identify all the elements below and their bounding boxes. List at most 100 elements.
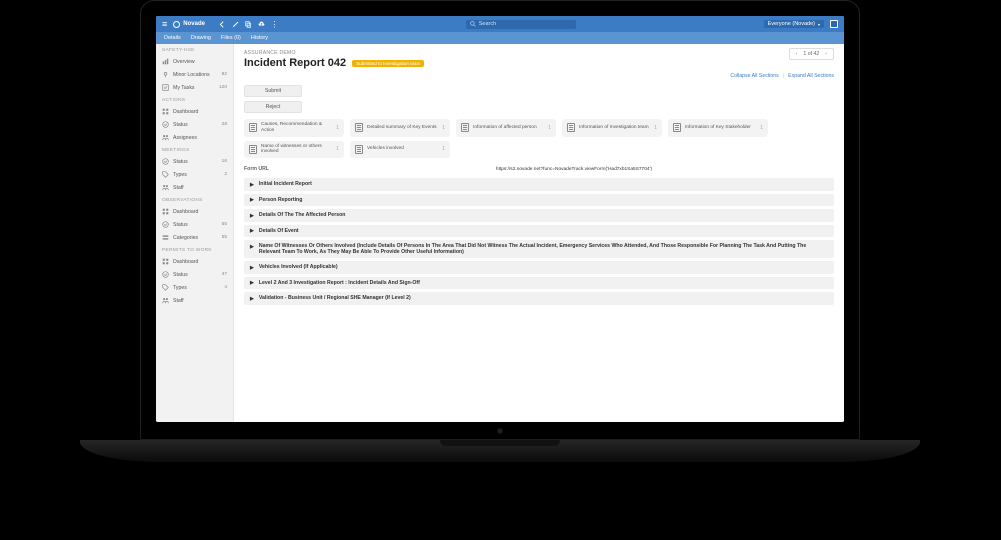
- toolbar-icons: ⋮: [219, 21, 278, 28]
- document-icon: [355, 145, 363, 154]
- app-screen: ≡ Novade ⋮ Search Everyone (Novade): [156, 16, 844, 422]
- sidebar-item[interactable]: Minor Locations82: [156, 68, 233, 81]
- expand-icon: ▶: [250, 280, 254, 286]
- form-url-value: https://s2.novade.net?func=NovadeTrack.v…: [314, 167, 834, 172]
- attachment-chip[interactable]: Information of affected person1: [456, 119, 556, 137]
- status-icon: [162, 221, 169, 228]
- pin-icon: [162, 71, 169, 78]
- status-icon: [162, 158, 169, 165]
- cloud-upload-icon[interactable]: [258, 21, 265, 28]
- attachment-chip[interactable]: Detailed summary of Key Events1: [350, 119, 450, 137]
- back-icon[interactable]: [219, 21, 226, 28]
- tab-files[interactable]: Files (0): [221, 35, 241, 41]
- attachment-chip[interactable]: Information of Investigation team 1: [562, 119, 662, 137]
- search-input[interactable]: Search: [466, 20, 576, 29]
- status-icon: [162, 271, 169, 278]
- sidebar-item[interactable]: Status55: [156, 218, 233, 231]
- submit-button[interactable]: Submit: [244, 85, 302, 97]
- section-header[interactable]: ▶Details Of Event: [244, 225, 834, 238]
- sidebar-item[interactable]: Types2: [156, 168, 233, 181]
- attachment-chip[interactable]: Information of Key Stakeholder1: [668, 119, 768, 137]
- sidebar-item-count: 4: [224, 285, 227, 290]
- user-dropdown[interactable]: Everyone (Novade) ▾: [764, 20, 824, 28]
- pager-text: 1 of 42: [803, 51, 819, 57]
- sidebar-item-count: 55: [222, 235, 227, 240]
- sidebar-item-label: Overview: [173, 59, 223, 65]
- search-icon: [470, 21, 476, 27]
- sections-list: ▶Initial Incident Report ▶Person Reportin…: [244, 178, 834, 305]
- attachment-chip[interactable]: Name of witnesses or others involved 1: [244, 141, 344, 159]
- sidebar-item-label: Staff: [173, 185, 223, 191]
- reject-button[interactable]: Reject: [244, 101, 302, 113]
- attachment-count: 1: [654, 125, 657, 131]
- sidebar-item[interactable]: Overview: [156, 55, 233, 68]
- pager-next-icon[interactable]: ›: [823, 51, 829, 57]
- menu-icon[interactable]: ≡: [162, 20, 167, 29]
- more-icon[interactable]: ⋮: [271, 21, 278, 28]
- attachments-row-1: Causes, Recommendation & Action1Detailed…: [244, 119, 834, 137]
- attachment-chip[interactable]: Vehicles involved1: [350, 141, 450, 159]
- attachment-label: Information of Investigation team: [579, 125, 650, 131]
- collapse-all-link[interactable]: Collapse All Sections: [730, 73, 778, 79]
- sidebar-item-label: My Tasks: [173, 85, 215, 91]
- sidebar-item[interactable]: Assignees: [156, 131, 233, 144]
- sidebar-item[interactable]: Status47: [156, 268, 233, 281]
- brand-label: Novade: [183, 21, 205, 27]
- user-avatar-icon[interactable]: [830, 20, 838, 28]
- people-icon: [162, 134, 169, 141]
- dash-icon: [162, 108, 169, 115]
- section-title: Name Of Witnesses Or Others Involved (In…: [259, 243, 828, 255]
- attachment-label: Information of affected person: [473, 125, 544, 131]
- sidebar-item[interactable]: Dashboard: [156, 205, 233, 218]
- attachment-count: 1: [760, 125, 763, 131]
- cat-icon: [162, 234, 169, 241]
- sidebar-item-label: Status: [173, 222, 218, 228]
- attachment-label: Causes, Recommendation & Action: [261, 122, 332, 134]
- section-header[interactable]: ▶Vehicles Involved (If Applicable): [244, 261, 834, 274]
- sidebar-item[interactable]: Staff: [156, 181, 233, 194]
- tab-drawing[interactable]: Drawing: [191, 35, 211, 41]
- breadcrumb: ASSURANCE DEMO: [244, 50, 834, 56]
- attachment-count: 1: [442, 125, 445, 131]
- sidebar-item[interactable]: Staff: [156, 294, 233, 307]
- edit-icon[interactable]: [232, 21, 239, 28]
- expand-icon: ▶: [250, 197, 254, 203]
- section-header[interactable]: ▶Level 2 And 3 Investigation Report : In…: [244, 277, 834, 290]
- sidebar-item[interactable]: Types4: [156, 281, 233, 294]
- dash-icon: [162, 258, 169, 265]
- people-icon: [162, 297, 169, 304]
- sidebar-group-title: PERMITS TO WORK: [156, 244, 233, 255]
- sidebar-item[interactable]: Categories55: [156, 231, 233, 244]
- attachment-chip[interactable]: Causes, Recommendation & Action1: [244, 119, 344, 137]
- pager-prev-icon[interactable]: ‹: [794, 51, 800, 57]
- document-icon: [249, 145, 257, 154]
- section-header[interactable]: ▶Name Of Witnesses Or Others Involved (I…: [244, 240, 834, 258]
- brand[interactable]: Novade: [173, 21, 205, 28]
- attachment-count: 1: [442, 146, 445, 152]
- document-icon: [567, 123, 575, 132]
- expand-all-link[interactable]: Expand All Sections: [788, 73, 834, 79]
- section-header[interactable]: ▶Person Reporting: [244, 194, 834, 207]
- sidebar: SAFETY-HSEOverviewMinor Locations82My Ta…: [156, 44, 234, 422]
- sidebar-item[interactable]: Status28: [156, 118, 233, 131]
- sidebar-item[interactable]: Dashboard: [156, 105, 233, 118]
- main-content: ‹ 1 of 42 › ASSURANCE DEMO Incident Repo…: [234, 44, 844, 422]
- copy-icon[interactable]: [245, 21, 252, 28]
- expand-icon: ▶: [250, 182, 254, 188]
- tab-details[interactable]: Details: [164, 35, 181, 41]
- task-icon: [162, 84, 169, 91]
- tab-history[interactable]: History: [251, 35, 268, 41]
- sidebar-item-count: 28: [222, 122, 227, 127]
- attachment-count: 1: [336, 146, 339, 152]
- sub-tabs: Details Drawing Files (0) History: [156, 32, 844, 44]
- sidebar-item[interactable]: My Tasks120: [156, 81, 233, 94]
- sidebar-item-label: Dashboard: [173, 259, 223, 265]
- chart-icon: [162, 58, 169, 65]
- section-header[interactable]: ▶Details Of The The Affected Person: [244, 209, 834, 222]
- sidebar-item[interactable]: Status16: [156, 155, 233, 168]
- section-header[interactable]: ▶Initial Incident Report: [244, 178, 834, 191]
- sidebar-item[interactable]: Dashboard: [156, 255, 233, 268]
- user-label: Everyone (Novade): [768, 21, 815, 27]
- section-header[interactable]: ▶Validation - Business Unit / Regional S…: [244, 292, 834, 305]
- attachment-label: Name of witnesses or others involved: [261, 144, 332, 156]
